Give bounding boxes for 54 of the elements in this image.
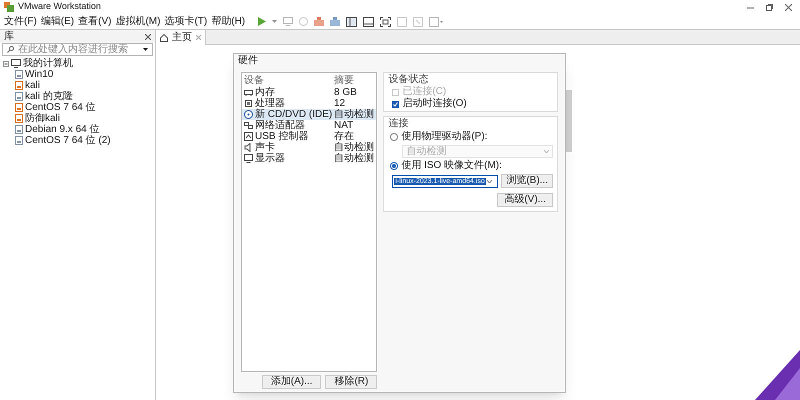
device-summary: 自动检测	[334, 142, 374, 152]
device-name: 内存	[255, 88, 275, 98]
device-name: USB 控制器	[255, 132, 308, 142]
tree-item[interactable]: CentOS 7 64 位	[25, 102, 96, 112]
tree-item[interactable]: CentOS 7 64 位 (2)	[25, 136, 111, 146]
tab[interactable]: 主页	[156, 30, 206, 45]
device-row[interactable]: 网络适配器 NAT	[242, 120, 376, 131]
device-row[interactable]: 内存 8 GB	[242, 87, 376, 98]
device-row[interactable]: USB 控制器 存在	[242, 131, 376, 142]
tree-item[interactable]: kali	[25, 80, 40, 90]
menu-item[interactable]: 编辑(E)	[40, 16, 74, 26]
radio-label: 使用物理驱动器(P):	[401, 132, 488, 142]
tree-item[interactable]: Win10	[25, 70, 54, 80]
device-summary: 12	[334, 98, 346, 108]
group-title: 设备状态	[388, 75, 430, 85]
tree-item[interactable]: Debian 9.x 64 位	[25, 124, 100, 134]
dialog-button[interactable]: 添加(A)...	[262, 375, 322, 389]
menu-item[interactable]: 查看(V)	[78, 16, 112, 26]
device-summary: NAT	[334, 120, 354, 130]
device-row[interactable]: 新 CD/DVD (IDE) 自动检测	[242, 109, 376, 120]
device-summary: 8 GB	[334, 88, 357, 98]
checkbox-label: 启动时连接(O)	[402, 99, 467, 109]
device-name: 声卡	[255, 142, 275, 152]
search-field[interactable]: 在此处键入内容进行搜索	[2, 43, 153, 56]
device-name: 新 CD/DVD (IDE)	[255, 110, 332, 120]
dialog-title: 硬件	[238, 56, 258, 66]
radio-label: 使用 ISO 映像文件(M):	[401, 161, 502, 171]
device-summary: 自动检测	[334, 154, 374, 164]
device-summary: 存在	[334, 132, 354, 142]
dialog-button[interactable]: 移除(R)	[325, 375, 378, 389]
menu-item[interactable]: 帮助(H)	[211, 16, 246, 26]
menu-item[interactable]: 虚拟机(M)	[115, 16, 160, 26]
menu-item[interactable]: 选项卡(T)	[164, 16, 208, 26]
device-row[interactable]: 声卡 自动检测	[242, 142, 376, 153]
panel-title: 库	[4, 32, 14, 42]
device-name: 显示器	[255, 154, 285, 164]
device-name: 处理器	[255, 98, 285, 108]
dropdown-value: 自动检测	[406, 146, 446, 156]
device-summary: 自动检测	[334, 110, 374, 120]
column-header: 摘要	[334, 76, 354, 86]
tree-item[interactable]: kali 的克隆	[25, 92, 73, 102]
device-row[interactable]: 显示器 自动检测	[242, 153, 376, 164]
tree-item[interactable]: 防御kali	[25, 114, 60, 124]
group-title: 连接	[388, 119, 410, 129]
window-title: VMware Workstation	[18, 0, 101, 14]
checkbox-label: 已连接(C)	[402, 87, 446, 97]
device-name: 网络适配器	[255, 120, 305, 130]
tab-label[interactable]: 主页	[172, 32, 192, 42]
browse-button[interactable]: 浏览(B)...	[501, 174, 553, 188]
advanced-button[interactable]: 高级(V)...	[497, 193, 553, 207]
column-header: 设备	[244, 76, 265, 86]
tree-item[interactable]: 我的计算机	[23, 58, 73, 68]
device-row[interactable]: 处理器 12	[242, 98, 376, 109]
menu-item[interactable]: 文件(F)	[4, 16, 37, 26]
